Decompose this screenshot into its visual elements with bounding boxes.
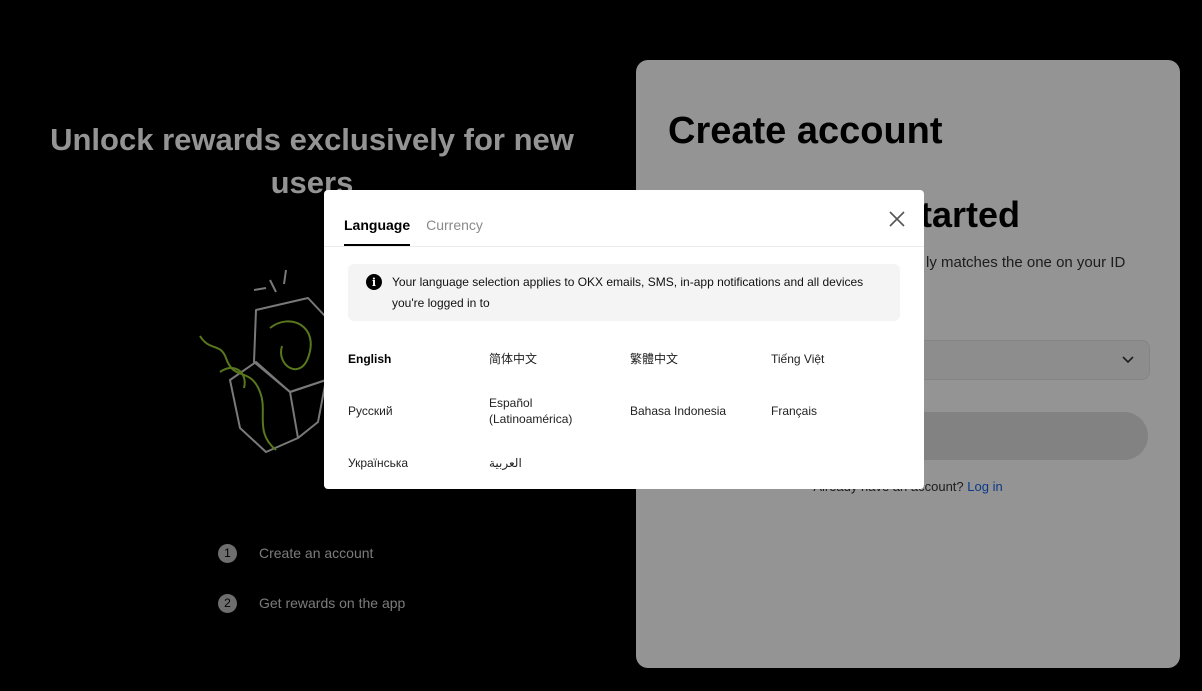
language-grid: English 简体中文 繁體中文 Tiếng Việt Русский Esp… <box>348 333 912 489</box>
tab-divider <box>324 246 924 247</box>
language-option-vietnamese[interactable]: Tiếng Việt <box>771 351 912 367</box>
language-option-indonesian[interactable]: Bahasa Indonesia <box>630 403 771 419</box>
language-row: Русский Español (Latinoamérica) Bahasa I… <box>348 385 912 437</box>
language-option-simplified-chinese[interactable]: 简体中文 <box>489 351 630 367</box>
language-option-russian[interactable]: Русский <box>348 403 489 419</box>
language-option-french[interactable]: Français <box>771 403 912 419</box>
close-icon[interactable] <box>888 210 906 228</box>
language-option-english[interactable]: English <box>348 351 489 367</box>
language-row: English 简体中文 繁體中文 Tiếng Việt <box>348 333 912 385</box>
info-icon: i <box>366 274 382 290</box>
language-option-spanish-latam[interactable]: Español (Latinoamérica) <box>489 395 609 427</box>
language-option-ukrainian[interactable]: Українська <box>348 455 489 471</box>
language-option-arabic[interactable]: العربية <box>489 455 630 471</box>
modal-tabs: Language Currency <box>344 190 483 246</box>
language-notice: i Your language selection applies to OKX… <box>348 264 900 321</box>
notice-text: Your language selection applies to OKX e… <box>392 275 864 310</box>
language-row: Українська العربية <box>348 437 912 489</box>
tab-currency[interactable]: Currency <box>426 190 483 246</box>
language-currency-modal: Language Currency i Your language select… <box>324 190 924 489</box>
language-option-traditional-chinese[interactable]: 繁體中文 <box>630 351 771 367</box>
tab-language[interactable]: Language <box>344 190 411 246</box>
